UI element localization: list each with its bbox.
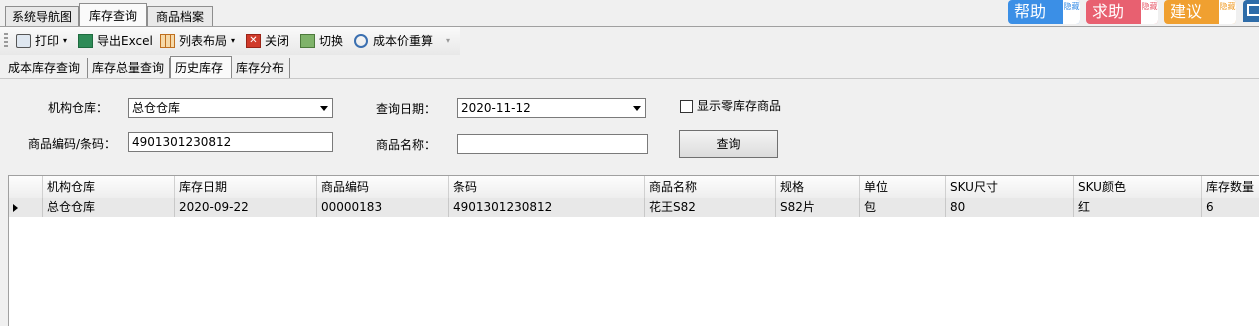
help-button[interactable]: 帮助 隐藏 <box>1008 0 1080 24</box>
cell-product-code[interactable]: 00000183 <box>317 198 449 217</box>
export-label: 导出Excel <box>97 34 153 48</box>
query-date-value: 2020-11-12 <box>461 101 531 115</box>
row-pointer-icon <box>13 204 18 212</box>
recalc-cost-button[interactable]: 成本价重算 <box>354 31 444 51</box>
col-header[interactable]: SKU尺寸 <box>946 176 1074 198</box>
col-header[interactable]: 机构仓库 <box>43 176 175 198</box>
col-header[interactable]: 单位 <box>860 176 946 198</box>
close-label: 关闭 <box>265 34 290 48</box>
switch-button[interactable]: 切换 <box>300 31 348 51</box>
query-date-picker[interactable]: 2020-11-12 <box>457 98 646 118</box>
col-header[interactable]: 商品编码 <box>317 176 449 198</box>
history-inventory-grid[interactable]: 机构仓库 库存日期 商品编码 条码 商品名称 规格 单位 SKU尺寸 SKU颜色… <box>8 175 1259 326</box>
recalc-label: 成本价重算 <box>373 34 434 48</box>
switch-label: 切换 <box>319 34 344 48</box>
grid-header: 机构仓库 库存日期 商品编码 条码 商品名称 规格 单位 SKU尺寸 SKU颜色… <box>9 176 1259 198</box>
list-layout-button[interactable]: 列表布局 ▾ <box>160 31 240 51</box>
cell-stock-date[interactable]: 2020-09-22 <box>175 198 317 217</box>
cell-warehouse[interactable]: 总仓仓库 <box>43 198 175 217</box>
cell-spec[interactable]: S82片 <box>776 198 860 217</box>
print-dropdown-icon: ▾ <box>63 36 68 45</box>
seek-help-hide-button[interactable]: 隐藏 <box>1141 0 1158 24</box>
excel-icon <box>78 34 93 48</box>
product-code-value: 4901301230812 <box>132 135 232 149</box>
suggest-hide-button[interactable]: 隐藏 <box>1219 0 1236 24</box>
product-code-input[interactable]: 4901301230812 <box>128 132 333 152</box>
chevron-down-icon[interactable] <box>629 99 645 117</box>
suggest-button-label: 建议 <box>1170 2 1203 21</box>
seek-help-label: 求助 <box>1092 2 1125 21</box>
toolbar-overflow-icon[interactable]: ▾ <box>446 31 450 51</box>
sub-tab-divider <box>0 78 1259 79</box>
tab-product-archive[interactable]: 商品档案 <box>147 6 213 26</box>
cell-sku-size[interactable]: 80 <box>946 198 1074 217</box>
refresh-icon <box>354 34 368 48</box>
print-label: 打印 <box>35 34 60 48</box>
col-header[interactable]: 条码 <box>449 176 645 198</box>
product-name-label: 商品名称： <box>376 138 437 152</box>
cell-product-name[interactable]: 花王S82 <box>645 198 776 217</box>
layout-dropdown-icon: ▾ <box>231 36 236 45</box>
product-code-label: 商品编码/条码： <box>28 137 117 151</box>
top-tab-bar: 系统导航图 库存查询 商品档案 <box>0 0 1000 27</box>
subtab-total-inventory[interactable]: 库存总量查询 <box>88 58 170 78</box>
col-header[interactable]: 库存数量 <box>1202 176 1259 198</box>
subtab-cost-inventory[interactable]: 成本库存查询 <box>4 58 88 78</box>
grid-header-indicator <box>9 176 43 198</box>
warehouse-select-value: 总仓仓库 <box>132 101 181 115</box>
close-icon: ✕ <box>246 34 261 48</box>
table-row[interactable]: 总仓仓库 2020-09-22 00000183 4901301230812 花… <box>9 198 1259 217</box>
row-indicator[interactable] <box>9 198 43 217</box>
cell-unit[interactable]: 包 <box>860 198 946 217</box>
subtab-inventory-distribution[interactable]: 库存分布 <box>232 58 290 78</box>
col-header[interactable]: 商品名称 <box>645 176 776 198</box>
cell-sku-color[interactable]: 红 <box>1074 198 1202 217</box>
close-button[interactable]: ✕ 关闭 <box>246 31 294 51</box>
warehouse-label: 机构仓库： <box>48 101 109 115</box>
product-name-input[interactable] <box>457 134 648 154</box>
help-button-label: 帮助 <box>1014 2 1047 21</box>
show-zero-stock-checkbox[interactable] <box>680 100 693 113</box>
cell-barcode[interactable]: 4901301230812 <box>449 198 645 217</box>
cell-stock-qty[interactable]: 6 <box>1202 198 1259 217</box>
col-header[interactable]: 规格 <box>776 176 860 198</box>
warehouse-select[interactable]: 总仓仓库 <box>128 98 333 118</box>
print-button[interactable]: 打印 ▾ <box>16 31 72 51</box>
query-date-label: 查询日期： <box>376 102 437 116</box>
export-excel-button[interactable]: 导出Excel <box>78 31 153 51</box>
app-corner-icon[interactable] <box>1243 0 1259 22</box>
help-hide-button[interactable]: 隐藏 <box>1063 0 1080 24</box>
switch-icon <box>300 34 315 48</box>
col-header[interactable]: 库存日期 <box>175 176 317 198</box>
seek-help-button[interactable]: 求助 隐藏 <box>1086 0 1158 24</box>
grid-layout-icon <box>160 34 175 48</box>
chevron-down-icon[interactable] <box>316 99 332 117</box>
show-zero-stock-label: 显示零库存商品 <box>697 99 782 113</box>
toolbar: 打印 ▾ 导出Excel 列表布局 ▾ ✕ 关闭 切换 成本价重算 ▾ <box>0 27 460 55</box>
tab-inventory-query[interactable]: 库存查询 <box>79 3 147 27</box>
suggest-button[interactable]: 建议 隐藏 <box>1164 0 1236 24</box>
query-button[interactable]: 查询 <box>679 130 778 158</box>
layout-label: 列表布局 <box>179 34 228 48</box>
tab-navigation-map[interactable]: 系统导航图 <box>5 6 79 26</box>
printer-icon <box>16 34 31 48</box>
col-header[interactable]: SKU颜色 <box>1074 176 1202 198</box>
subtab-history-inventory[interactable]: 历史库存 <box>170 56 232 78</box>
toolbar-grip[interactable] <box>4 33 8 49</box>
